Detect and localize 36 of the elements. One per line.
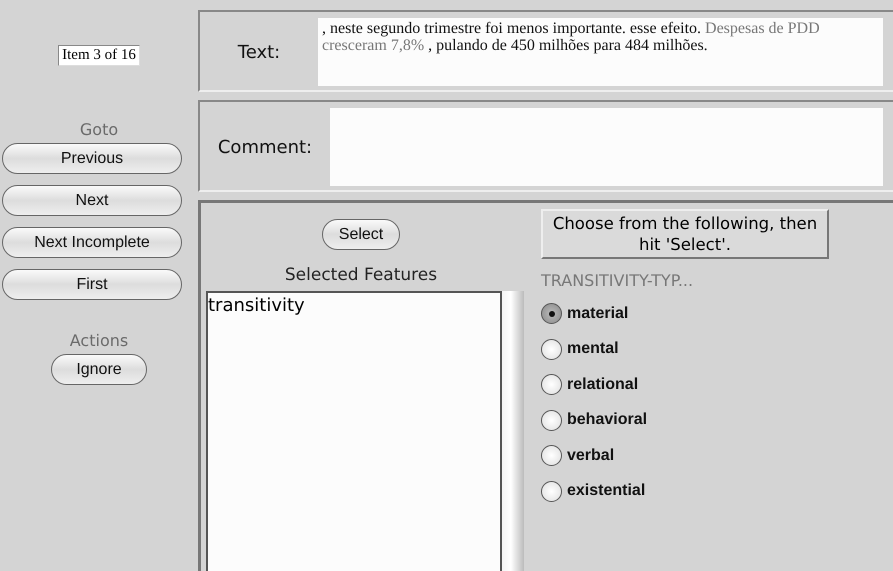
text-label: Text: bbox=[236, 40, 282, 64]
selected-features-heading: Selected Features bbox=[284, 265, 438, 285]
nav-button[interactable]: Next Incomplete bbox=[2, 227, 182, 258]
actions-heading: Actions bbox=[70, 331, 128, 350]
select-button[interactable]: Select bbox=[322, 219, 400, 250]
option-label: mental bbox=[567, 340, 619, 358]
comment-label: Comment: bbox=[216, 136, 314, 160]
comment-field[interactable] bbox=[330, 108, 883, 186]
radio-icon[interactable] bbox=[541, 410, 562, 431]
option-label: existential bbox=[567, 482, 646, 500]
nav-button[interactable]: First bbox=[2, 269, 182, 300]
radio-option[interactable]: behavioral bbox=[541, 402, 648, 438]
goto-heading: Goto bbox=[80, 120, 118, 139]
option-label: verbal bbox=[567, 446, 614, 465]
nav-button[interactable]: Previous bbox=[2, 143, 182, 174]
radio-icon[interactable] bbox=[541, 338, 562, 360]
item-counter: Item 3 of 16 bbox=[58, 45, 140, 66]
ignore-button[interactable]: Ignore bbox=[51, 354, 147, 385]
nav-button[interactable]: Next bbox=[2, 185, 182, 216]
radio-icon[interactable] bbox=[541, 480, 562, 502]
options-heading: TRANSITIVITY-TYP... bbox=[541, 271, 694, 290]
text-passage: , neste segundo trimestre foi menos importante. esse efeito. Despesas de PDD cresceram 7,8% , pulando de 450 milhões para 484 milhões. bbox=[318, 18, 883, 86]
instructions-label: Choose from the following, then hit 'Select'. bbox=[541, 209, 829, 259]
feature-item[interactable]: transitivity bbox=[208, 295, 500, 316]
radio-icon[interactable] bbox=[541, 374, 562, 396]
option-label: relational bbox=[567, 376, 638, 394]
radio-icon[interactable] bbox=[541, 445, 562, 466]
radio-option[interactable]: existential bbox=[541, 474, 646, 509]
scroll-bar[interactable] bbox=[502, 291, 524, 571]
radio-option[interactable]: verbal bbox=[541, 438, 614, 474]
option-label: material bbox=[567, 304, 628, 323]
radio-option[interactable]: material bbox=[541, 296, 628, 332]
option-label: behavioral bbox=[567, 411, 648, 430]
radio-option[interactable]: relational bbox=[541, 367, 638, 402]
radio-option[interactable]: mental bbox=[541, 332, 619, 367]
radio-icon[interactable] bbox=[541, 303, 562, 324]
